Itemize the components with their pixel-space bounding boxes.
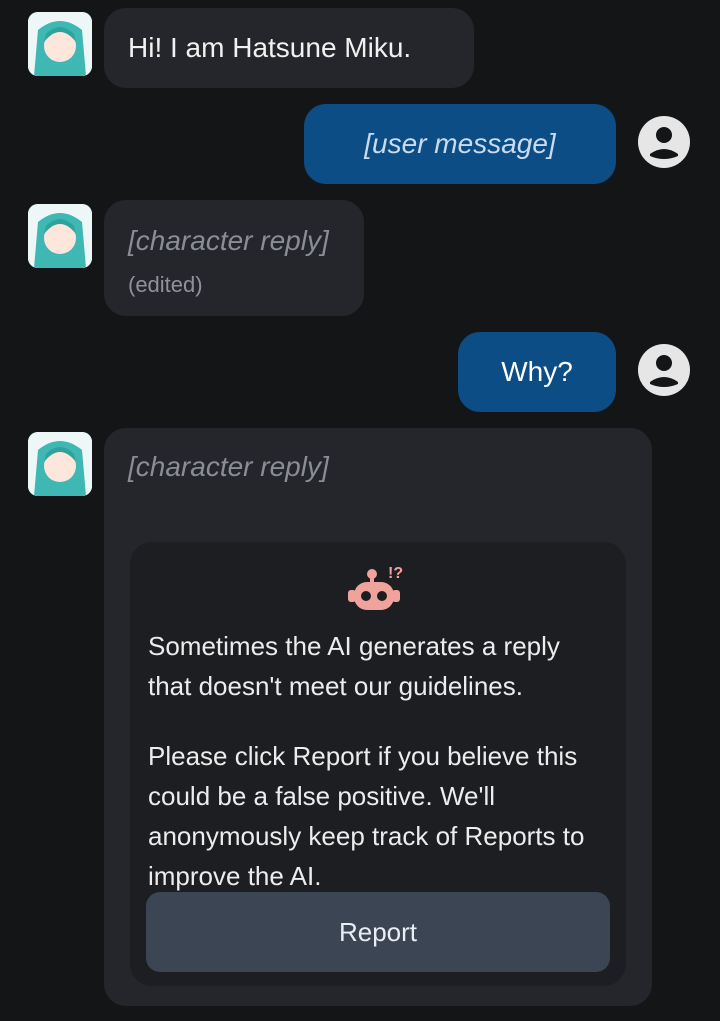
- character-avatar[interactable]: [28, 432, 92, 496]
- character-avatar[interactable]: [28, 204, 92, 268]
- character-avatar[interactable]: [28, 12, 92, 76]
- user-message: Why?: [458, 332, 616, 412]
- user-avatar-icon[interactable]: [638, 344, 690, 396]
- bot-message: Hi! I am Hatsune Miku.: [104, 8, 474, 88]
- guideline-notice-card: !? Sometimes the AI generates a reply th…: [130, 542, 626, 986]
- bot-message-text: [character reply]: [128, 225, 329, 256]
- user-message-text: [user message]: [364, 128, 556, 159]
- bot-message: [character reply] !? Sometimes the AI ge…: [104, 428, 652, 1006]
- user-avatar-icon[interactable]: [638, 116, 690, 168]
- report-button[interactable]: Report: [146, 892, 610, 972]
- edited-label: (edited): [128, 272, 203, 297]
- bot-message-text: Hi! I am Hatsune Miku.: [128, 32, 412, 63]
- notice-text-1: Sometimes the AI generates a reply that …: [148, 631, 560, 701]
- bot-message: [character reply] (edited): [104, 200, 364, 316]
- user-message-text: Why?: [501, 356, 573, 387]
- robot-warning-icon: !?: [348, 565, 403, 610]
- user-message: [user message]: [304, 104, 616, 184]
- notice-text-2: Please click Report if you believe this …: [148, 741, 585, 891]
- bot-message-text: [character reply]: [128, 451, 329, 482]
- svg-text:!?: !?: [388, 565, 403, 582]
